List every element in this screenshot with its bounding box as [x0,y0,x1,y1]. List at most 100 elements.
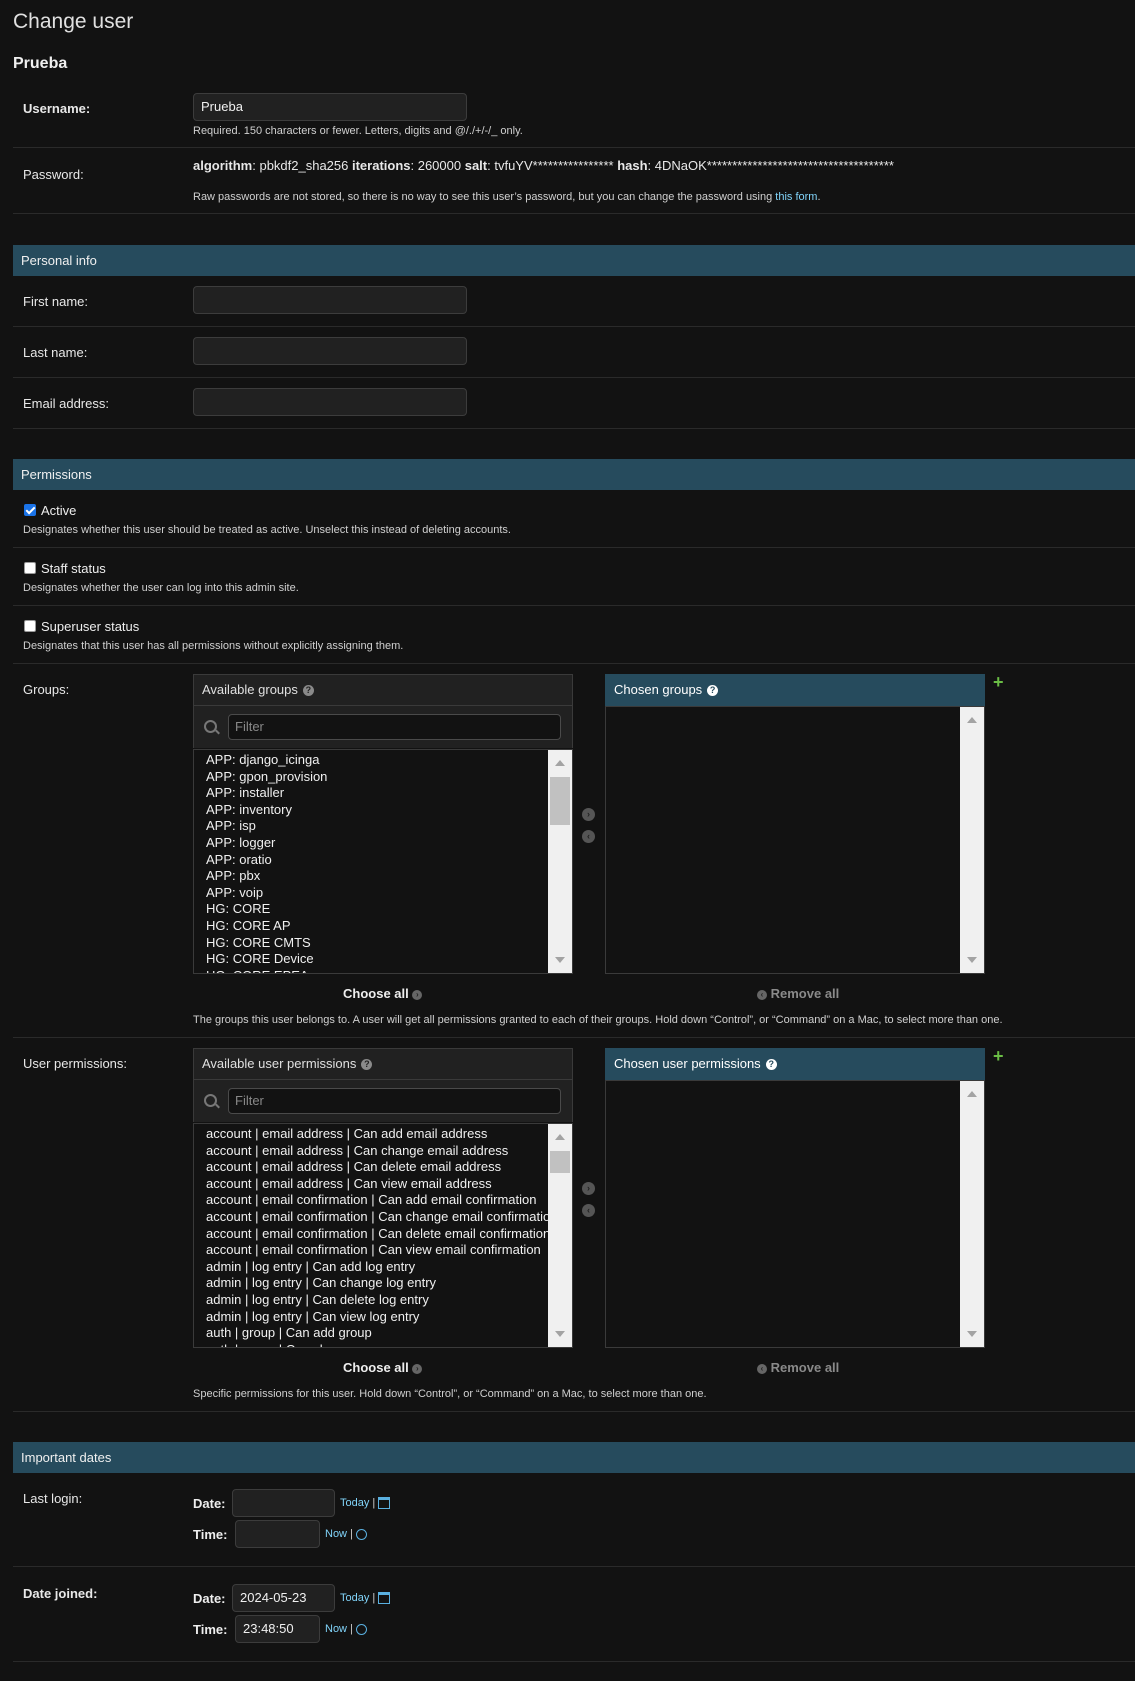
list-item[interactable]: admin | log entry | Can change log entry [206,1275,436,1290]
last-login-now: Now | [325,1528,367,1540]
list-item[interactable]: HG: CORE [206,901,270,916]
list-item[interactable]: APP: django_icinga [206,752,319,767]
now-link[interactable]: Now [325,1528,347,1540]
email-input[interactable] [193,388,467,416]
remove-all-permissions-button[interactable]: ‹ Remove all [757,1360,839,1375]
last-login-label: Last login: [23,1491,83,1506]
list-item[interactable]: account | email address | Can add email … [206,1126,487,1141]
list-item[interactable]: HG: CORE Device [206,951,314,966]
list-item[interactable]: HG: CORE EPEA [206,968,309,973]
list-item[interactable]: APP: voip [206,885,263,900]
date-joined-now: Now | [325,1623,367,1635]
user-permissions-label: User permissions: [23,1056,128,1071]
available-groups-header: Available groups? [193,674,573,706]
choose-all-permissions-button[interactable]: Choose all › [343,1360,423,1375]
username-input[interactable]: Prueba [193,93,467,121]
last-login-time-input[interactable] [235,1520,320,1548]
list-item[interactable]: APP: isp [206,818,256,833]
now-link[interactable]: Now [325,1623,347,1635]
divider [13,147,1135,148]
scrollbar[interactable] [960,707,984,973]
add-permission-icon[interactable]: + [993,1047,1004,1065]
first-name-label: First name: [23,294,89,309]
list-item[interactable]: account | email confirmation | Can chang… [206,1209,557,1224]
change-password-link[interactable]: this form [775,191,817,203]
list-item[interactable]: account | email address | Can change ema… [206,1143,508,1158]
list-item[interactable]: APP: installer [206,785,284,800]
active-checkbox[interactable] [24,504,36,516]
list-item[interactable]: APP: logger [206,835,275,850]
scroll-up-icon[interactable] [555,760,565,766]
date-joined-date-label: Date: [193,1591,226,1606]
groups-filter-input[interactable]: Filter [228,714,561,740]
list-item[interactable]: account | email confirmation | Can view … [206,1242,541,1257]
today-link[interactable]: Today [340,1592,369,1604]
scroll-thumb[interactable] [550,1151,570,1173]
scrollbar[interactable] [548,750,572,973]
list-item[interactable]: account | email confirmation | Can add e… [206,1192,536,1207]
list-item[interactable]: account | email address | Can view email… [206,1176,492,1191]
last-name-input[interactable] [193,337,467,365]
scroll-thumb[interactable] [550,777,570,825]
scroll-down-icon[interactable] [967,1331,977,1337]
list-item[interactable]: auth | group | Can change group [206,1342,393,1347]
add-group-icon[interactable]: + [993,673,1004,691]
divider [13,1037,1135,1038]
list-item[interactable]: APP: inventory [206,802,292,817]
chevron-right-icon: › [412,989,423,1000]
list-item[interactable]: admin | log entry | Can delete log entry [206,1292,429,1307]
available-permissions-list[interactable]: auth | group | Can change group auth | gr… [193,1123,573,1348]
list-item[interactable]: admin | log entry | Can view log entry [206,1309,419,1324]
clock-icon[interactable] [356,1528,367,1540]
date-joined-time-input[interactable]: 23:48:50 [235,1615,320,1643]
calendar-icon[interactable] [378,1497,391,1510]
active-label[interactable]: Active [41,503,76,518]
username-help: Required. 150 characters or fewer. Lette… [193,125,523,137]
divider [13,428,1135,429]
add-arrow-icon[interactable]: › [582,1182,595,1195]
scroll-up-icon[interactable] [555,1134,565,1140]
list-item[interactable]: admin | log entry | Can add log entry [206,1259,415,1274]
available-groups-list[interactable]: HG: CORE EPEA HG: CORE DeviceHG: CORE CMT… [193,749,573,974]
scroll-down-icon[interactable] [555,1331,565,1337]
last-name-label: Last name: [23,345,88,360]
list-item[interactable]: account | email confirmation | Can delet… [206,1226,550,1241]
date-joined-date-input[interactable]: 2024-05-23 [232,1584,335,1612]
scroll-down-icon[interactable] [967,957,977,963]
chosen-permissions-list[interactable] [605,1080,985,1348]
superuser-label[interactable]: Superuser status [41,619,139,634]
page-title: Change user [13,10,134,33]
list-item[interactable]: HG: CORE AP [206,918,291,933]
last-login-date-input[interactable] [232,1489,335,1517]
clock-icon[interactable] [356,1623,367,1635]
list-item[interactable]: APP: gpon_provision [206,769,327,784]
superuser-checkbox[interactable] [24,620,36,632]
scrollbar[interactable] [960,1081,984,1347]
staff-checkbox[interactable] [24,562,36,574]
scroll-up-icon[interactable] [967,717,977,723]
last-login-date-label: Date: [193,1496,226,1511]
chosen-groups-list[interactable] [605,706,985,974]
list-item[interactable]: APP: pbx [206,868,260,883]
scrollbar[interactable] [548,1124,572,1347]
scroll-down-icon[interactable] [555,957,565,963]
list-item[interactable]: account | email address | Can delete ema… [206,1159,501,1174]
choose-all-groups-button[interactable]: Choose all › [343,986,423,1001]
remove-all-groups-button[interactable]: ‹ Remove all [757,986,839,1001]
calendar-icon[interactable] [378,1592,391,1605]
add-arrow-icon[interactable]: › [582,808,595,821]
first-name-input[interactable] [193,286,467,314]
iterations-key: iterations [351,158,411,173]
staff-label[interactable]: Staff status [41,561,106,576]
help-icon: ? [707,685,719,697]
list-item[interactable]: APP: oratio [206,852,272,867]
remove-arrow-icon[interactable]: ‹ [582,830,595,843]
today-link[interactable]: Today [340,1497,369,1509]
scroll-up-icon[interactable] [967,1091,977,1097]
permissions-filter-input[interactable]: Filter [228,1088,561,1114]
list-item[interactable]: HG: CORE CMTS [206,935,311,950]
list-item[interactable]: auth | group | Can add group [206,1325,372,1340]
remove-arrow-icon[interactable]: ‹ [582,1204,595,1217]
chosen-permissions-header: Chosen user permissions? [605,1048,985,1080]
divider [13,1411,1135,1412]
